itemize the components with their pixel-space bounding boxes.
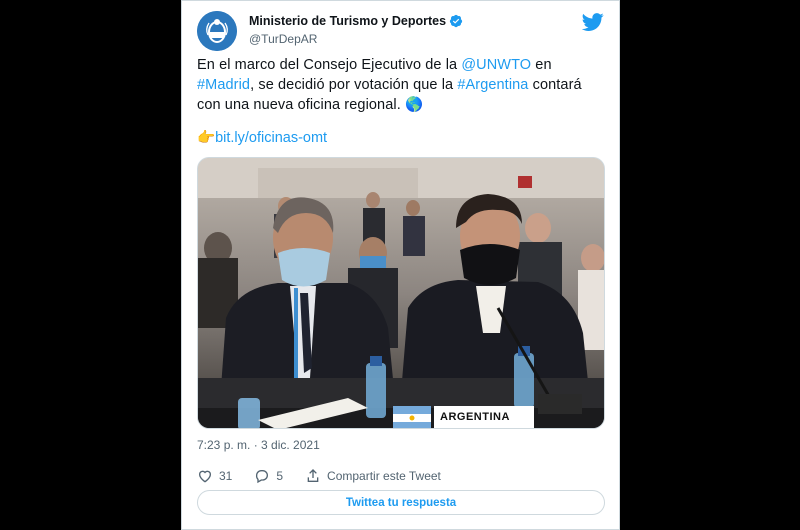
hashtag-argentina-link[interactable]: #Argentina <box>457 77 528 93</box>
globe-icon: 🌎 <box>404 97 424 113</box>
tweet-actions: 31 5 Compartir este Tweet <box>197 466 463 486</box>
heart-icon[interactable] <box>197 468 213 484</box>
tweet-text: En el marco del Consejo Ejecutivo de la … <box>197 55 607 115</box>
tweet-header: Ministerio de Turismo y Deportes @TurDep… <box>197 11 604 51</box>
photo-meeting-image <box>198 158 604 428</box>
share-label: Compartir este Tweet <box>327 469 441 483</box>
verified-badge-icon <box>449 14 463 28</box>
tweet-link-line: 👉bit.ly/oficinas-omt <box>197 128 327 148</box>
like-action[interactable]: 31 <box>197 468 232 484</box>
tweet-timestamp[interactable]: 7:23 p. m. · 3 dic. 2021 <box>197 438 320 452</box>
reply-action[interactable]: 5 <box>254 468 283 484</box>
placard-text: ARGENTINA <box>440 411 510 423</box>
account-avatar[interactable] <box>197 11 237 51</box>
hashtag-madrid-link[interactable]: #Madrid <box>197 77 250 93</box>
tweet-embed-card: Ministerio de Turismo y Deportes @TurDep… <box>181 0 620 530</box>
pointing-hand-icon: 👉 <box>197 130 216 146</box>
mention-link[interactable]: @UNWTO <box>461 57 531 73</box>
account-handle[interactable]: @TurDepAR <box>249 32 317 46</box>
tweet-photo[interactable]: ARGENTINA <box>197 157 605 429</box>
account-name[interactable]: Ministerio de Turismo y Deportes <box>249 14 446 28</box>
reply-icon[interactable] <box>254 468 270 484</box>
share-action[interactable]: Compartir este Tweet <box>305 468 441 484</box>
share-icon[interactable] <box>305 468 321 484</box>
twitter-bird-icon[interactable] <box>582 11 604 33</box>
tweet-text-segment: , se decidió por votación que la <box>250 77 458 93</box>
reply-count: 5 <box>276 469 284 483</box>
tweet-text-segment: En el marco del Consejo Ejecutivo de la <box>197 57 462 73</box>
tweet-text-segment: en <box>531 57 552 73</box>
short-url-link[interactable]: bit.ly/oficinas-omt <box>215 130 327 146</box>
like-count: 31 <box>219 469 233 483</box>
reply-button[interactable]: Twittea tu respuesta <box>197 490 605 515</box>
argentina-shield-logo-icon <box>197 11 237 51</box>
